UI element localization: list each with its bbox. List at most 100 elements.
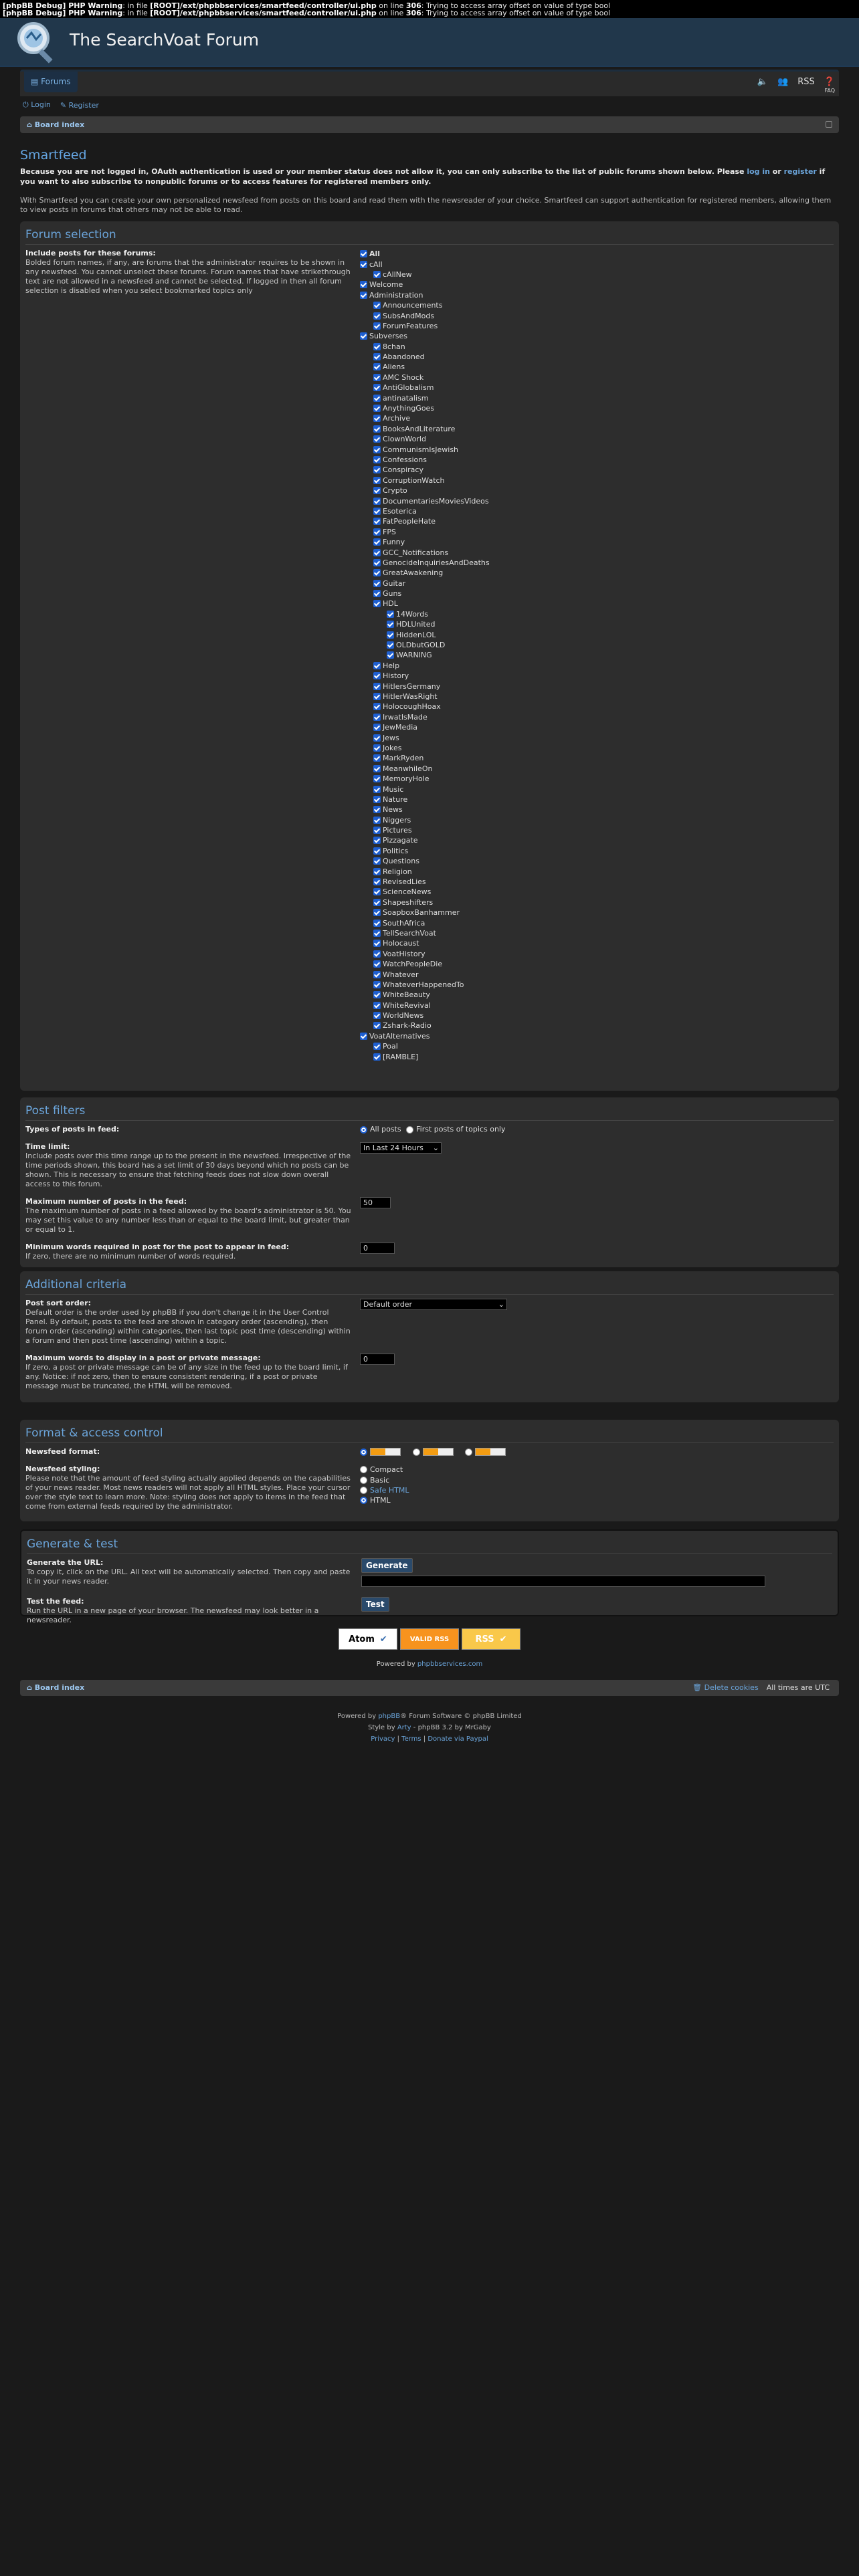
first-posts-radio[interactable]: [406, 1125, 414, 1134]
forum-checkbox-item[interactable]: WhateverHappenedTo: [360, 980, 834, 990]
rss-badge[interactable]: RSS ✔: [462, 1628, 520, 1650]
forum-checkbox-item[interactable]: WARNING: [360, 650, 834, 660]
forum-checkbox-item[interactable]: antinatalism: [360, 393, 834, 403]
style-html-radio[interactable]: HTML: [360, 1495, 834, 1505]
forum-checkbox-item[interactable]: OLDbutGOLD: [360, 640, 834, 650]
format-atom-radio[interactable]: [360, 1448, 367, 1456]
forum-checkbox-item[interactable]: Jokes: [360, 743, 834, 753]
privacy-link[interactable]: Privacy: [371, 1735, 395, 1743]
forum-checkbox-item[interactable]: Subverses: [360, 331, 834, 341]
forum-checkbox-item[interactable]: WhiteBeauty: [360, 990, 834, 1000]
forum-checkbox-item[interactable]: VoatHistory: [360, 949, 834, 959]
max-posts-input[interactable]: 50: [360, 1197, 391, 1208]
format-rss1-radio[interactable]: [465, 1448, 472, 1456]
forum-checkbox-item[interactable]: MemoryHole: [360, 774, 834, 784]
forum-checkbox-item[interactable]: TellSearchVoat: [360, 928, 834, 938]
max-words-input[interactable]: 0: [360, 1354, 395, 1365]
forum-checkbox-item[interactable]: Abandoned: [360, 352, 834, 362]
footer-board-index-link[interactable]: Board index: [35, 1683, 85, 1692]
forum-checkbox-item[interactable]: Aliens: [360, 362, 834, 372]
forum-checkbox-item[interactable]: Poal: [360, 1041, 834, 1051]
users-icon[interactable]: 👥: [777, 77, 788, 87]
register-link[interactable]: ✎ Register: [60, 101, 99, 110]
forum-checkbox-item[interactable]: Music: [360, 784, 834, 794]
forum-checkbox-item[interactable]: BooksAndLiterature: [360, 424, 834, 434]
phpbbservices-link[interactable]: phpbbservices.com: [417, 1660, 482, 1668]
forum-checkbox-item[interactable]: WhiteRevival: [360, 1000, 834, 1010]
login-link[interactable]: ⏻ Login: [23, 100, 51, 110]
rss-link[interactable]: RSS: [797, 77, 815, 87]
forum-checkbox-item[interactable]: Guns: [360, 588, 834, 599]
forum-checkbox-item[interactable]: RevisedLies: [360, 877, 834, 887]
style-compact-radio[interactable]: Compact: [360, 1465, 834, 1475]
forum-checkbox-item[interactable]: News: [360, 804, 834, 815]
time-limit-select[interactable]: In Last 24 Hours ⌄: [360, 1142, 442, 1154]
forum-checkbox-item[interactable]: Help: [360, 661, 834, 671]
forum-checkbox-item[interactable]: Conspiracy: [360, 465, 834, 475]
forum-checkbox-item[interactable]: AMC Shock: [360, 372, 834, 383]
forum-checkbox-item[interactable]: Crypto: [360, 486, 834, 496]
forum-checkbox-item[interactable]: ClownWorld: [360, 434, 834, 444]
forum-checkbox-item[interactable]: Whatever: [360, 969, 834, 979]
arty-link[interactable]: Arty: [397, 1724, 411, 1731]
forum-checkbox-item[interactable]: ScienceNews: [360, 887, 834, 897]
forum-checkbox-item[interactable]: MeanwhileOn: [360, 764, 834, 774]
forum-checkbox-item[interactable]: IrwatIsMade: [360, 712, 834, 722]
forum-checkbox-item[interactable]: SubsAndMods: [360, 310, 834, 320]
generate-button[interactable]: Generate: [361, 1558, 413, 1573]
forum-checkbox-item[interactable]: WatchPeopleDie: [360, 959, 834, 969]
forum-checkbox-item[interactable]: Jews: [360, 732, 834, 742]
forum-checkbox-item[interactable]: Esoterica: [360, 506, 834, 516]
forum-checkbox-item[interactable]: ForumFeatures: [360, 321, 834, 331]
forum-checkbox-item[interactable]: GenocideInquiriesAndDeaths: [360, 558, 834, 568]
atom-badge[interactable]: Atom ✔: [339, 1628, 397, 1650]
speaker-icon[interactable]: 🔈: [757, 77, 768, 87]
forum-checkbox-item[interactable]: Confessions: [360, 455, 834, 465]
valid-rss-badge[interactable]: VALID RSS: [400, 1628, 459, 1650]
all-posts-radio[interactable]: [360, 1125, 367, 1134]
forum-checkbox-item[interactable]: AnythingGoes: [360, 403, 834, 413]
forum-all-checkbox[interactable]: All: [360, 249, 834, 259]
forum-checkbox-item[interactable]: DocumentariesMoviesVideos: [360, 496, 834, 506]
style-safe-html-radio[interactable]: Safe HTML: [360, 1485, 834, 1495]
forum-checkbox-item[interactable]: 8chan: [360, 342, 834, 352]
register-inline-link[interactable]: register: [784, 167, 817, 176]
forum-checkbox-item[interactable]: Pictures: [360, 825, 834, 835]
forum-checkbox-item[interactable]: Pizzagate: [360, 835, 834, 845]
test-button[interactable]: Test: [361, 1597, 389, 1612]
question-icon[interactable]: ❓: [824, 77, 835, 87]
forum-checkbox-item[interactable]: FatPeopleHate: [360, 516, 834, 526]
forums-tab[interactable]: ▤ Forums: [24, 72, 78, 92]
forum-checkbox-item[interactable]: FPS: [360, 527, 834, 537]
forum-checkbox-item[interactable]: Holocaust: [360, 938, 834, 948]
board-index-link[interactable]: Board index: [35, 120, 85, 129]
site-title[interactable]: The SearchVoat Forum: [70, 30, 259, 49]
forum-checkbox-item[interactable]: HiddenLOL: [360, 629, 834, 639]
forum-checkbox-item[interactable]: HDLUnited: [360, 619, 834, 629]
search-logo-icon[interactable]: [13, 19, 60, 64]
forum-checkbox-item[interactable]: Guitar: [360, 578, 834, 588]
forum-checkbox-item[interactable]: Questions: [360, 856, 834, 866]
faq-label[interactable]: FAQ: [825, 88, 836, 94]
forum-checkbox-item[interactable]: Nature: [360, 794, 834, 804]
donate-link[interactable]: Donate via Paypal: [427, 1735, 488, 1743]
forum-checkbox-item[interactable]: CorruptionWatch: [360, 475, 834, 486]
forum-checkbox-item[interactable]: JewMedia: [360, 722, 834, 732]
forum-checkbox-item[interactable]: History: [360, 671, 834, 681]
style-basic-radio[interactable]: Basic: [360, 1475, 834, 1485]
phpbb-link[interactable]: phpBB: [378, 1713, 400, 1720]
forum-checkbox-item[interactable]: MarkRyden: [360, 753, 834, 763]
forum-checkbox-item[interactable]: VoatAlternatives: [360, 1031, 834, 1041]
forum-checkbox-item[interactable]: Archive: [360, 413, 834, 423]
forum-checkbox-item[interactable]: cAllNew: [360, 270, 834, 280]
forum-checkbox-item[interactable]: GreatAwakening: [360, 568, 834, 578]
forum-checkbox-item[interactable]: cAll: [360, 259, 834, 269]
min-words-input[interactable]: 0: [360, 1243, 395, 1254]
format-rss2-radio[interactable]: [412, 1448, 420, 1456]
sort-order-select[interactable]: Default order ⌄: [360, 1299, 507, 1310]
forum-checkbox-item[interactable]: 14Words: [360, 609, 834, 619]
forum-checkbox-item[interactable]: [RAMBLE]: [360, 1051, 834, 1061]
delete-cookies-link[interactable]: 🗑 Delete cookies: [692, 1683, 763, 1692]
forum-checkbox-item[interactable]: HDL: [360, 599, 834, 609]
forum-checkbox-item[interactable]: Zshark-Radio: [360, 1021, 834, 1031]
